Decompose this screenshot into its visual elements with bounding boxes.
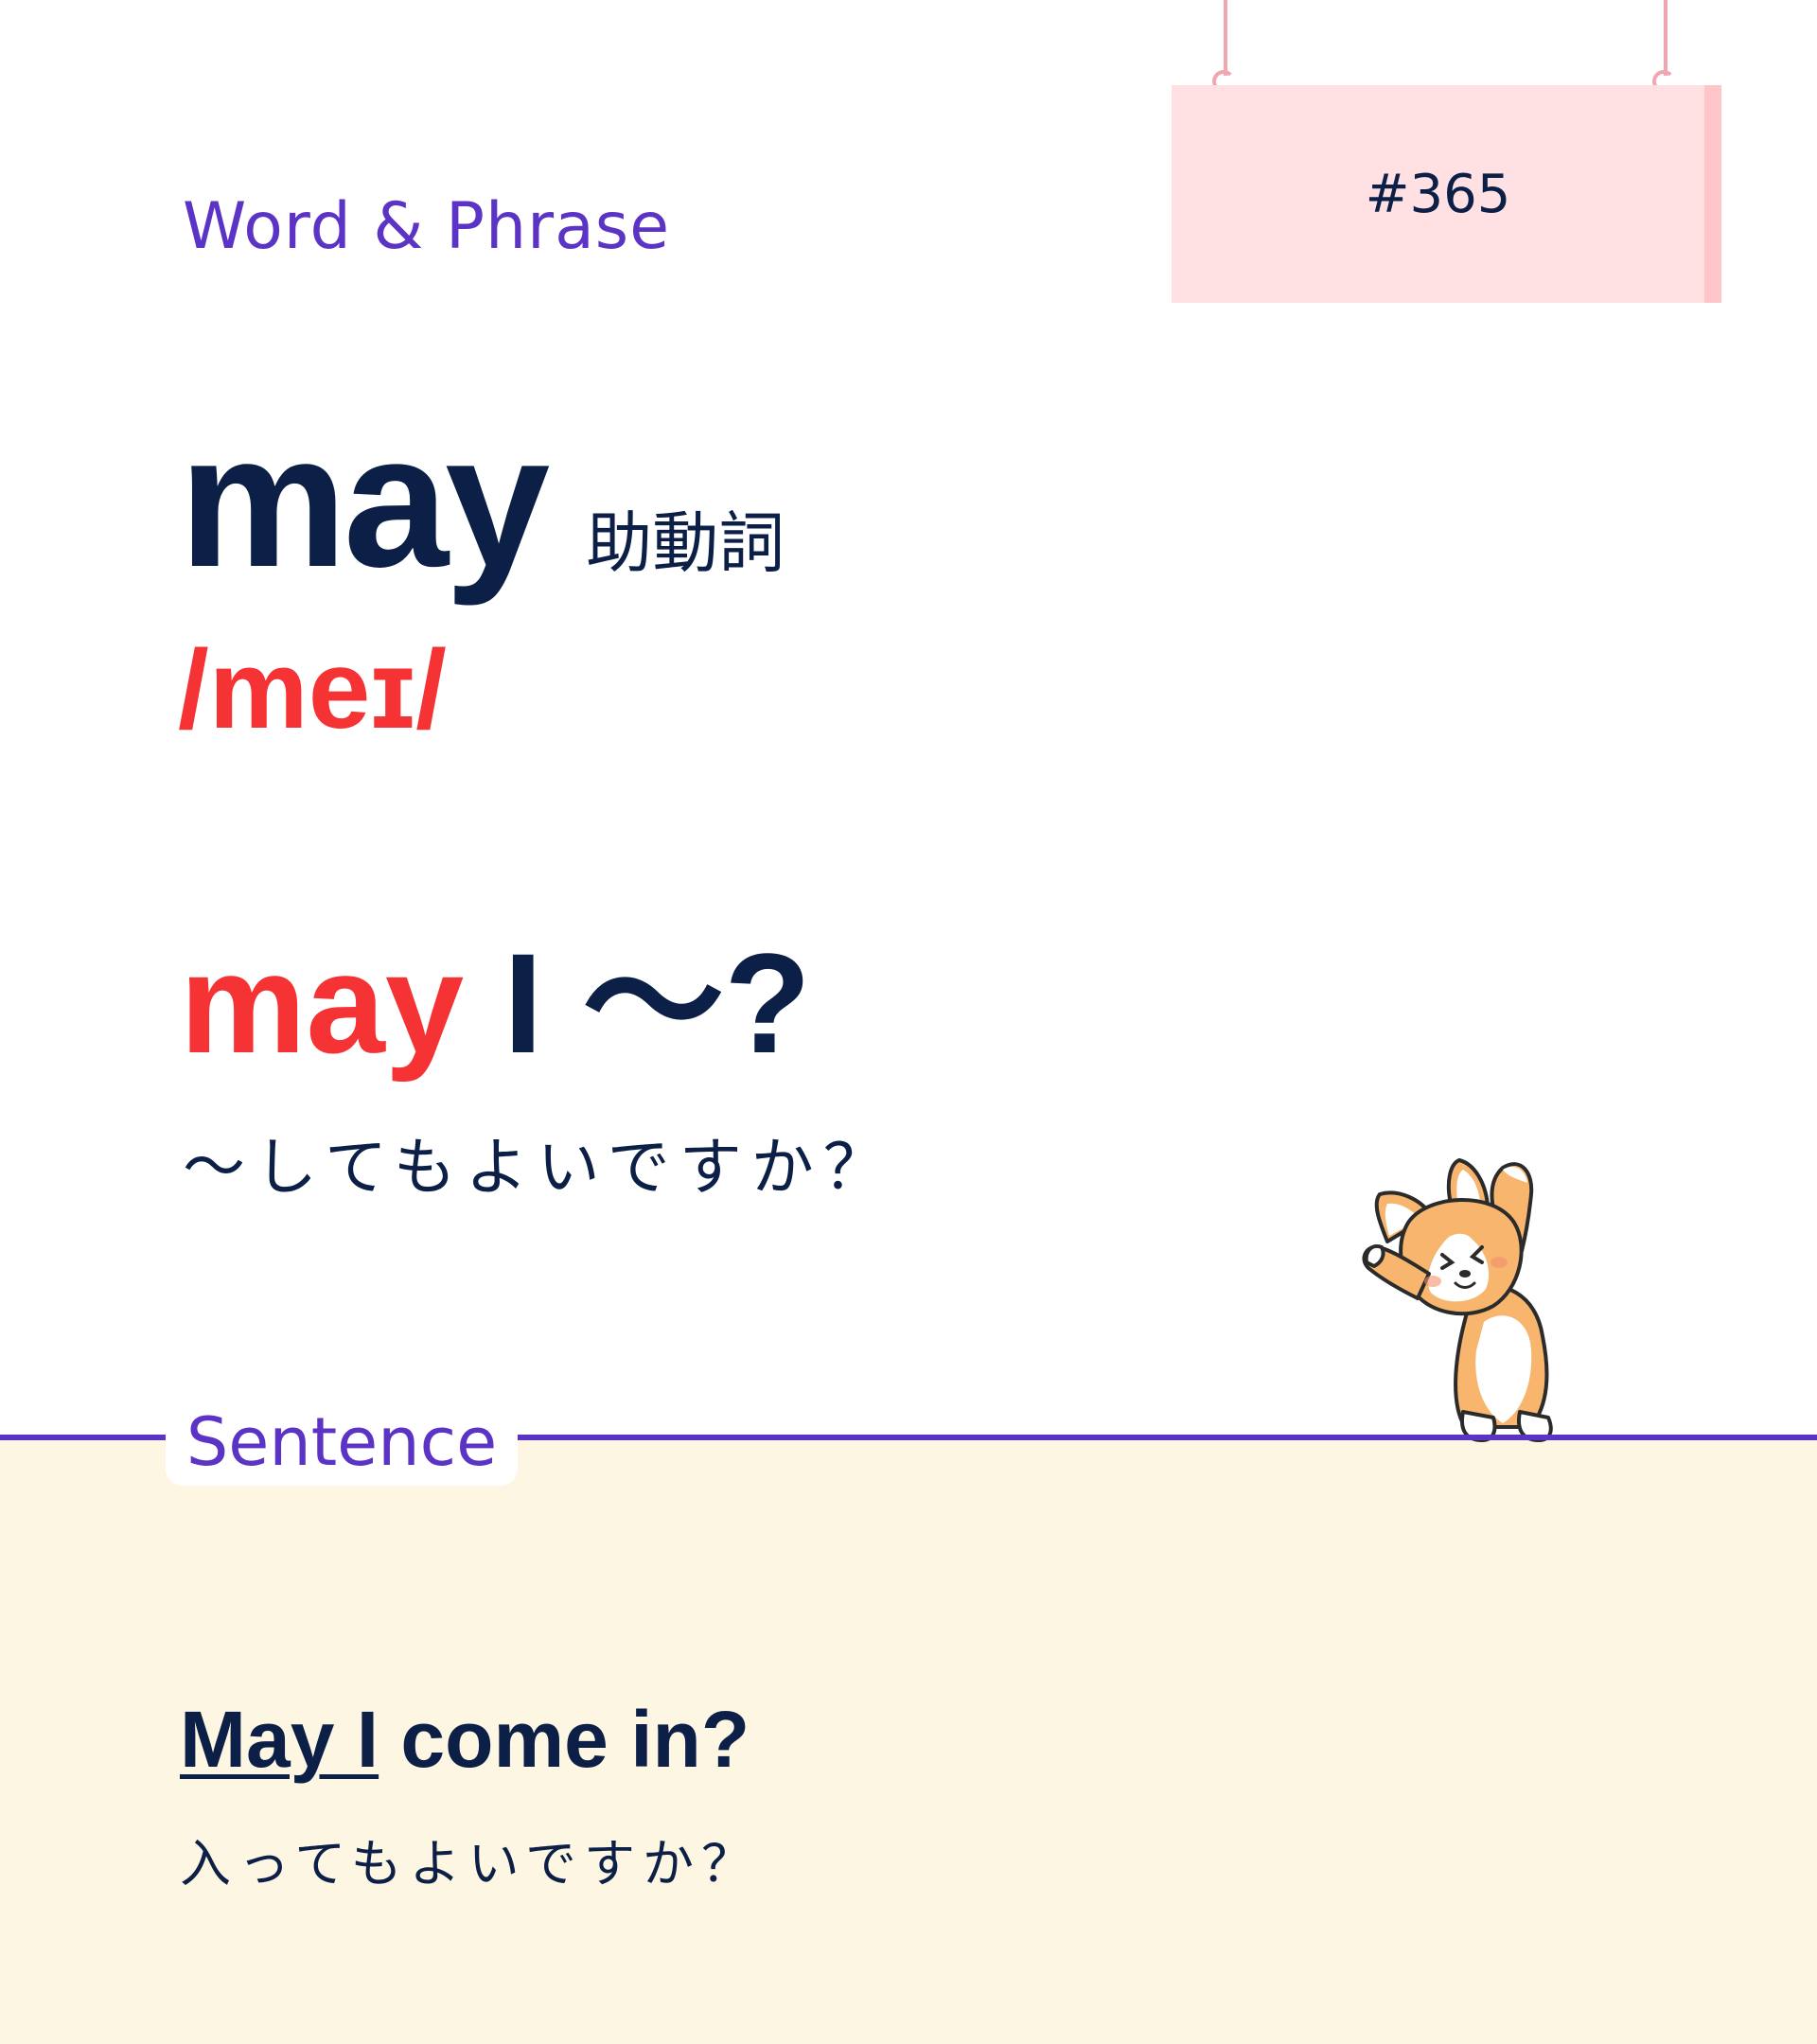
example-translation: 入ってもよいですか？	[180, 1834, 760, 1894]
headword: may	[179, 396, 550, 607]
example-underlined: May I	[180, 1695, 379, 1784]
part-of-speech: 助動詞	[586, 504, 785, 582]
section-label: Sentence	[185, 1403, 498, 1481]
card-number: #365	[1365, 163, 1511, 225]
phrase-rest: I ～?	[464, 924, 811, 1083]
sign-string-left	[1224, 0, 1227, 76]
corgi-illustration	[1362, 1158, 1553, 1442]
number-sign: #365	[1172, 0, 1721, 303]
example-sentence: May I come in?	[180, 1694, 750, 1786]
phrase-highlight: may	[180, 924, 465, 1083]
word-heading: may 助動詞	[179, 407, 785, 596]
sign-board-edge	[1704, 85, 1721, 303]
example-rest: come in?	[379, 1695, 750, 1784]
pronunciation: /meɪ/	[178, 627, 447, 752]
category-label: Word & Phrase	[183, 189, 671, 264]
phrase: may I ～?	[180, 932, 811, 1074]
sign-string-right	[1664, 0, 1667, 76]
phrase-meaning: ～してもよいですか？	[183, 1131, 895, 1204]
